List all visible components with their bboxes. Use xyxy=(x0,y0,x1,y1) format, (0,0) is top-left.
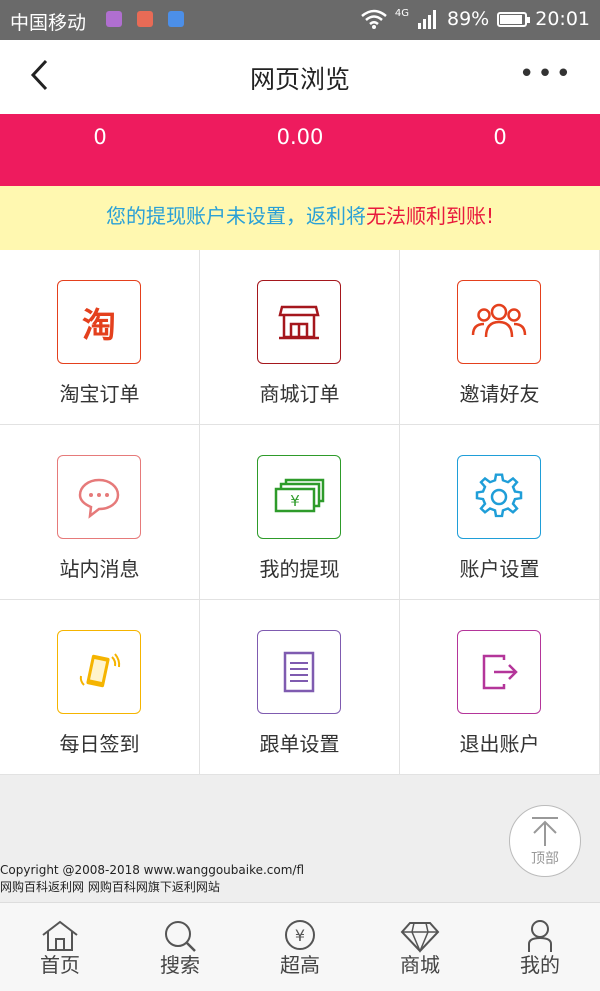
taobao-glyph: 淘 xyxy=(82,305,116,346)
back-to-top-button[interactable]: 顶部 xyxy=(509,805,581,877)
network-type: 4G xyxy=(394,8,409,19)
logout-icon xyxy=(457,630,541,714)
tab-mine[interactable]: 我的 xyxy=(480,903,600,991)
taobao-orders-tile[interactable]: 淘 淘宝订单 xyxy=(0,250,200,425)
signal-icon xyxy=(418,10,436,29)
bottom-tab-bar: 首页 搜索 ¥ 超高 商城 我的 xyxy=(0,902,600,991)
notice-warning: 无法顺利到账! xyxy=(365,204,495,228)
status-bar: 中国移动 4G 89% 20:01 xyxy=(0,0,600,40)
stat-3: 0 xyxy=(493,125,507,149)
account-settings-label: 账户设置 xyxy=(459,557,540,581)
wifi-icon xyxy=(361,9,387,29)
diamond-icon xyxy=(400,922,440,953)
search-icon xyxy=(165,921,196,952)
tab-mall[interactable]: 商城 xyxy=(360,903,480,991)
money-svg: ¥ xyxy=(274,478,325,513)
taobao-orders-label: 淘宝订单 xyxy=(59,382,140,406)
gallery-notification-icon xyxy=(106,11,122,27)
document-svg xyxy=(283,651,315,693)
order-tracking-settings-tile[interactable]: 跟单设置 xyxy=(200,600,400,775)
order-tracking-settings-label: 跟单设置 xyxy=(259,732,340,756)
back-to-top-label: 顶部 xyxy=(531,851,559,867)
tab-mine-label: 我的 xyxy=(520,953,560,977)
battery-fill xyxy=(500,14,522,24)
home-icon xyxy=(42,920,78,951)
battery-percent: 89% xyxy=(447,8,490,30)
phone-checkin-svg xyxy=(79,653,121,688)
logout-tile[interactable]: 退出账户 xyxy=(400,600,600,775)
more-options-button[interactable]: ••• xyxy=(519,61,574,87)
mall-orders-label: 商城订单 xyxy=(259,382,340,406)
clock: 20:01 xyxy=(535,8,590,30)
carrier-name: 中国移动 xyxy=(10,12,87,34)
page-title: 网页浏览 xyxy=(249,65,350,94)
site-description-line: 网购百科返利网 网购百科网旗下返利网站 xyxy=(0,880,220,894)
store-icon xyxy=(257,280,341,364)
tab-super-high[interactable]: ¥ 超高 xyxy=(240,903,360,991)
svg-text:¥: ¥ xyxy=(290,492,300,510)
svg-text:¥: ¥ xyxy=(295,926,305,945)
daily-checkin-label: 每日签到 xyxy=(59,732,140,756)
gear-svg xyxy=(475,473,523,518)
mall-orders-tile[interactable]: 商城订单 xyxy=(200,250,400,425)
taobao-icon: 淘 xyxy=(57,280,141,364)
my-withdrawal-label: 我的提现 xyxy=(259,557,340,581)
logout-svg xyxy=(482,654,518,690)
notice-text: 您的提现账户未设置，返利将 xyxy=(105,204,366,228)
daily-checkin-tile[interactable]: 每日签到 xyxy=(0,600,200,775)
invite-friends-tile[interactable]: 邀请好友 xyxy=(400,250,600,425)
message-svg xyxy=(78,478,120,519)
more-dots-icon: ••• xyxy=(518,59,574,89)
tab-home-label: 首页 xyxy=(40,953,80,977)
tab-mall-label: 商城 xyxy=(400,953,440,977)
nav-header: 网页浏览 ••• xyxy=(0,40,600,115)
site-messages-tile[interactable]: 站内消息 xyxy=(0,425,200,600)
invite-friends-label: 邀请好友 xyxy=(459,382,540,406)
tab-search[interactable]: 搜索 xyxy=(120,903,240,991)
account-settings-tile[interactable]: 账户设置 xyxy=(400,425,600,600)
stat-1: 0 xyxy=(93,125,107,149)
phone-checkin-icon xyxy=(57,630,141,714)
site-messages-label: 站内消息 xyxy=(59,557,140,581)
gear-icon xyxy=(457,455,541,539)
yen-coin-icon: ¥ xyxy=(285,920,315,950)
chat-notification-icon xyxy=(168,11,184,27)
stats-bar: 0 0.00 0 xyxy=(0,114,600,186)
function-grid: 淘 淘宝订单 商城订单 邀请好友 站内消息 ¥ 我的提现 账户设置 每日签到 跟… xyxy=(0,250,600,775)
copyright-footer: Copyright @2008-2018 www.wanggoubaike.co… xyxy=(0,862,600,902)
arrow-up-icon xyxy=(532,817,558,846)
battery-icon xyxy=(497,11,531,27)
app-notification-icon xyxy=(137,11,153,27)
money-icon: ¥ xyxy=(257,455,341,539)
tab-home[interactable]: 首页 xyxy=(0,903,120,991)
tab-super-high-label: 超高 xyxy=(280,953,320,977)
stat-2: 0.00 xyxy=(276,125,324,149)
store-svg xyxy=(278,305,320,340)
message-icon xyxy=(57,455,141,539)
withdrawal-notice[interactable]: 您的提现账户未设置，返利将无法顺利到账! xyxy=(0,186,600,250)
logout-label: 退出账户 xyxy=(459,732,540,756)
tab-search-label: 搜索 xyxy=(160,953,200,977)
document-icon xyxy=(257,630,341,714)
my-withdrawal-tile[interactable]: ¥ 我的提现 xyxy=(200,425,400,600)
user-icon xyxy=(528,920,552,952)
friends-svg xyxy=(471,303,527,338)
friends-icon xyxy=(457,280,541,364)
